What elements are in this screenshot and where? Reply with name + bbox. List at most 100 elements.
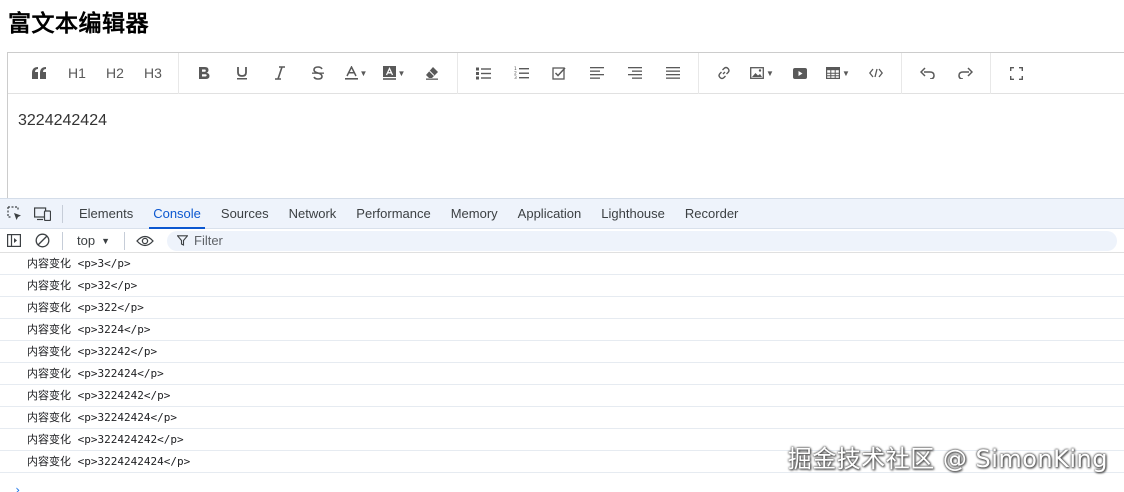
toolbar-group-lists: 123 bbox=[458, 52, 699, 94]
link-icon bbox=[718, 66, 730, 80]
align-right-icon bbox=[628, 67, 642, 79]
bg-color-icon bbox=[382, 66, 396, 80]
strikethrough-button[interactable] bbox=[302, 58, 334, 88]
image-icon bbox=[750, 67, 764, 79]
bulleted-list-button[interactable] bbox=[467, 58, 499, 88]
align-left-icon bbox=[590, 67, 604, 79]
console-log-row: 内容变化 <p>32</p> bbox=[0, 275, 1124, 297]
blockquote-icon bbox=[32, 67, 46, 79]
h3-button[interactable]: H3 bbox=[137, 58, 169, 88]
tab-sources[interactable]: Sources bbox=[211, 199, 279, 229]
svg-text:3: 3 bbox=[514, 75, 517, 80]
toolbar-group-history bbox=[902, 52, 991, 94]
todo-button[interactable] bbox=[543, 58, 575, 88]
show-sidebar-button[interactable] bbox=[0, 229, 28, 253]
chevron-down-icon: ▼ bbox=[842, 68, 850, 78]
table-icon bbox=[826, 67, 841, 79]
bold-button[interactable] bbox=[188, 58, 220, 88]
blockquote-button[interactable] bbox=[23, 58, 55, 88]
tab-network[interactable]: Network bbox=[279, 199, 347, 229]
tab-console[interactable]: Console bbox=[143, 199, 211, 229]
table-button[interactable]: ▼ bbox=[822, 58, 854, 88]
inspect-element-button[interactable] bbox=[0, 199, 28, 229]
console-log-row: 内容变化 <p>3</p> bbox=[0, 253, 1124, 275]
align-left-button[interactable] bbox=[581, 58, 613, 88]
inspect-icon bbox=[6, 206, 21, 220]
rich-text-editor: H1 H2 H3 ▼ ▼ 1 2 3 ▼ ▼ 3224242424 bbox=[7, 52, 1124, 198]
numbered-list-icon: 123 bbox=[514, 66, 529, 80]
align-right-button[interactable] bbox=[619, 58, 651, 88]
code-icon bbox=[869, 68, 883, 78]
video-button[interactable] bbox=[784, 58, 816, 88]
device-toolbar-button[interactable] bbox=[28, 199, 56, 229]
image-button[interactable]: ▼ bbox=[746, 58, 778, 88]
chevron-down-icon: ▼ bbox=[359, 68, 368, 78]
console-filter-input[interactable]: Filter bbox=[167, 230, 1117, 251]
undo-button[interactable] bbox=[911, 58, 943, 88]
bg-color-button[interactable]: ▼ bbox=[378, 58, 410, 88]
font-color-button[interactable]: ▼ bbox=[340, 58, 372, 88]
watermark: 掘金技术社区 @ SimonKing bbox=[787, 445, 1108, 473]
justify-button[interactable] bbox=[657, 58, 689, 88]
divider bbox=[62, 204, 63, 223]
editor-toolbar: H1 H2 H3 ▼ ▼ 1 2 3 ▼ ▼ bbox=[8, 52, 1124, 94]
console-log-row: 内容变化 <p>3224</p> bbox=[0, 319, 1124, 341]
h2-button[interactable]: H2 bbox=[99, 58, 131, 88]
link-button[interactable] bbox=[708, 58, 740, 88]
font-color-icon bbox=[344, 66, 358, 80]
clear-icon bbox=[35, 233, 49, 248]
redo-icon bbox=[957, 67, 973, 79]
eye-icon bbox=[136, 235, 154, 246]
tab-memory[interactable]: Memory bbox=[441, 199, 508, 229]
page-title: 富文本编辑器 bbox=[8, 11, 149, 37]
filter-icon bbox=[177, 235, 188, 246]
editor-paragraph[interactable]: 3224242424 bbox=[18, 112, 1114, 130]
justify-icon bbox=[666, 67, 680, 79]
console-log-row: 内容变化 <p>3224242</p> bbox=[0, 385, 1124, 407]
tab-application[interactable]: Application bbox=[508, 199, 592, 229]
numbered-list-button[interactable]: 123 bbox=[505, 58, 537, 88]
strikethrough-icon bbox=[312, 66, 324, 80]
italic-button[interactable] bbox=[264, 58, 296, 88]
redo-button[interactable] bbox=[949, 58, 981, 88]
divider bbox=[124, 231, 125, 250]
console-toolbar: top ▼ Filter bbox=[0, 229, 1124, 253]
clear-format-button[interactable] bbox=[416, 58, 448, 88]
console-prompt-icon[interactable]: › bbox=[14, 483, 21, 492]
code-button[interactable] bbox=[860, 58, 892, 88]
dropdown-caret-icon: ▼ bbox=[101, 235, 110, 246]
context-selector[interactable]: top ▼ bbox=[69, 233, 118, 248]
toolbar-group-headings: H1 H2 H3 bbox=[14, 52, 179, 94]
underline-button[interactable] bbox=[226, 58, 258, 88]
toolbar-group-format: ▼ ▼ bbox=[179, 52, 458, 94]
filter-placeholder: Filter bbox=[194, 233, 223, 248]
undo-icon bbox=[919, 67, 935, 79]
eraser-icon bbox=[426, 67, 438, 80]
clear-console-button[interactable] bbox=[28, 229, 56, 253]
console-log-row: 内容变化 <p>32242</p> bbox=[0, 341, 1124, 363]
tab-recorder[interactable]: Recorder bbox=[675, 199, 748, 229]
checkbox-icon bbox=[552, 67, 566, 80]
fullscreen-button[interactable] bbox=[1000, 58, 1032, 88]
editor-content-area[interactable]: 3224242424 bbox=[8, 94, 1124, 148]
bold-icon bbox=[199, 67, 210, 79]
sidebar-icon bbox=[7, 234, 21, 247]
video-icon bbox=[793, 67, 807, 79]
italic-icon bbox=[275, 66, 285, 80]
tab-performance[interactable]: Performance bbox=[346, 199, 440, 229]
underline-icon bbox=[237, 67, 247, 80]
tab-elements[interactable]: Elements bbox=[69, 199, 143, 229]
live-expression-button[interactable] bbox=[131, 229, 159, 253]
bulleted-list-icon bbox=[475, 67, 491, 79]
device-icon bbox=[33, 206, 51, 221]
tab-lighthouse[interactable]: Lighthouse bbox=[591, 199, 675, 229]
toolbar-group-view bbox=[991, 53, 1041, 94]
divider bbox=[62, 231, 63, 250]
console-log-row: 内容变化 <p>322</p> bbox=[0, 297, 1124, 319]
chevron-down-icon: ▼ bbox=[397, 68, 406, 78]
h1-button[interactable]: H1 bbox=[61, 58, 93, 88]
devtools-tab-bar: Elements Console Sources Network Perform… bbox=[0, 199, 1124, 229]
context-value: top bbox=[77, 233, 96, 248]
toolbar-group-insert: ▼ ▼ bbox=[699, 52, 902, 94]
console-log-row: 内容变化 <p>32242424</p> bbox=[0, 407, 1124, 429]
